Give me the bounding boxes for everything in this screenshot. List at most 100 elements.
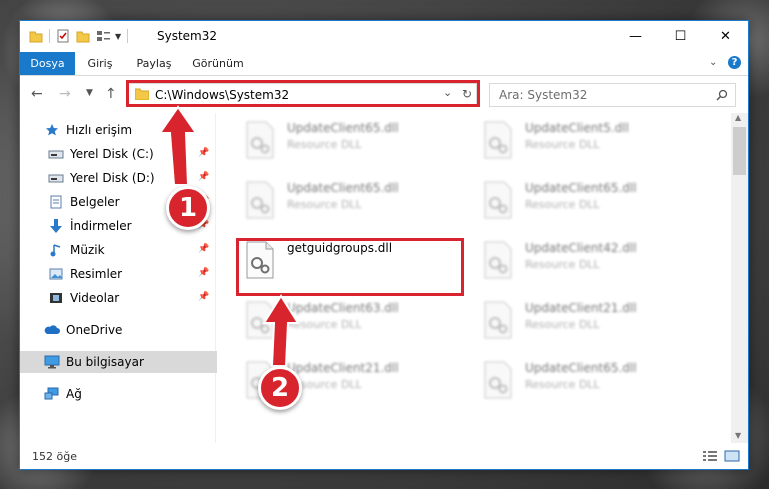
- new-folder-icon[interactable]: [76, 29, 90, 43]
- file-type: Resource DLL: [525, 198, 600, 211]
- file-highlight: [236, 238, 464, 296]
- scrollbar-thumb[interactable]: [733, 127, 746, 175]
- sidebar-item-label: OneDrive: [66, 323, 123, 337]
- quick-access-toolbar: ▼: [29, 28, 134, 44]
- dll-file-icon: [484, 121, 512, 159]
- folder-icon[interactable]: [29, 29, 43, 43]
- pin-icon[interactable]: 📌: [198, 148, 209, 158]
- minimize-button[interactable]: —: [613, 21, 658, 51]
- sidebar-item-label: Ağ: [66, 387, 82, 401]
- pictures-icon: [48, 266, 64, 282]
- file-name: UpdateClient63.dll: [287, 301, 399, 315]
- scroll-down-icon[interactable]: ▼: [735, 431, 741, 440]
- pin-icon[interactable]: 📌: [198, 292, 209, 302]
- dll-file-icon: [246, 181, 274, 219]
- dll-file-icon: [246, 121, 274, 159]
- tab-paylas[interactable]: Paylaş: [134, 52, 174, 75]
- file-item[interactable]: UpdateClient5.dll Resource DLL: [475, 117, 705, 167]
- videos-icon: [48, 290, 64, 306]
- divider: [127, 29, 129, 43]
- file-item[interactable]: UpdateClient65.dll Resource DLL: [237, 117, 467, 167]
- file-type: Resource DLL: [287, 138, 362, 151]
- details-view-icon[interactable]: [702, 450, 718, 462]
- title-bar: ▼ System32 — ☐ ✕: [20, 21, 748, 52]
- file-name: UpdateClient65.dll: [525, 181, 637, 195]
- documents-icon: [48, 194, 64, 210]
- dll-file-icon: [246, 301, 274, 339]
- sidebar-item-label: Bu bilgisayar: [66, 355, 144, 369]
- search-icon[interactable]: [716, 89, 728, 101]
- close-button[interactable]: ✕: [703, 21, 748, 51]
- step-2-callout: 2: [258, 366, 302, 410]
- sidebar-item-network[interactable]: Ağ: [20, 383, 236, 405]
- tab-dosya[interactable]: Dosya: [20, 52, 75, 75]
- sidebar-item-label: İndirmeler: [70, 219, 132, 233]
- sidebar-item-label: Resimler: [70, 267, 123, 281]
- dll-file-icon: [484, 181, 512, 219]
- sidebar-item-music[interactable]: Müzik 📌: [20, 239, 240, 261]
- up-arrow-icon[interactable]: ↑: [105, 86, 117, 102]
- network-icon: [44, 386, 60, 402]
- drive-icon: [48, 146, 64, 162]
- sidebar-item-label: Yerel Disk (D:): [70, 171, 155, 185]
- recent-locations-icon[interactable]: ▼: [86, 88, 93, 98]
- divider: [49, 29, 50, 43]
- view-options-icon[interactable]: [96, 29, 112, 43]
- computer-icon: [44, 354, 60, 370]
- file-type: Resource DLL: [287, 198, 362, 211]
- help-icon[interactable]: ?: [728, 56, 741, 69]
- tiles-view-icon[interactable]: [724, 450, 740, 462]
- sidebar-item-label: Yerel Disk (C:): [70, 147, 154, 161]
- sidebar-item-quick-access[interactable]: Hızlı erişim: [20, 119, 236, 141]
- star-icon: [44, 122, 60, 138]
- pin-icon[interactable]: 📌: [198, 244, 209, 254]
- pin-icon[interactable]: 📌: [198, 172, 209, 182]
- scroll-up-icon[interactable]: ▲: [735, 113, 741, 122]
- file-name: UpdateClient65.dll: [287, 121, 399, 135]
- dll-file-icon: [484, 241, 512, 279]
- file-name: UpdateClient65.dll: [287, 181, 399, 195]
- sidebar-item-local-disk-d[interactable]: Yerel Disk (D:) 📌: [20, 167, 240, 189]
- file-name: UpdateClient42.dll: [525, 241, 637, 255]
- download-icon: [48, 218, 64, 234]
- item-count: 152 öğe: [32, 450, 77, 463]
- sidebar-item-label: Hızlı erişim: [66, 123, 133, 137]
- file-item[interactable]: UpdateClient42.dll Resource DLL: [475, 237, 705, 287]
- file-name: UpdateClient5.dll: [525, 121, 629, 135]
- file-item[interactable]: UpdateClient65.dll Resource DLL: [237, 177, 467, 227]
- tab-giris[interactable]: Giriş: [83, 52, 117, 75]
- status-bar: 152 öğe: [20, 443, 748, 469]
- address-bar-highlight: [126, 80, 480, 107]
- music-icon: [48, 242, 64, 258]
- dll-file-icon: [484, 361, 512, 399]
- maximize-button[interactable]: ☐: [658, 21, 703, 51]
- sidebar-item-label: Videolar: [70, 291, 120, 305]
- pin-icon[interactable]: 📌: [198, 268, 209, 278]
- file-type: Resource DLL: [525, 378, 600, 391]
- sidebar-item-local-disk-c[interactable]: Yerel Disk (C:) 📌: [20, 143, 240, 165]
- file-item[interactable]: UpdateClient65.dll Resource DLL: [475, 357, 705, 407]
- window-title: System32: [157, 29, 218, 43]
- vertical-scrollbar[interactable]: ▲ ▼: [731, 113, 748, 443]
- step-1-callout: 1: [166, 186, 210, 230]
- file-item[interactable]: UpdateClient63.dll Resource DLL: [237, 297, 467, 347]
- properties-icon[interactable]: [56, 29, 70, 43]
- sidebar-item-label: Belgeler: [70, 195, 120, 209]
- sidebar-item-pictures[interactable]: Resimler 📌: [20, 263, 240, 285]
- chevron-down-icon[interactable]: ⌄: [709, 57, 717, 68]
- dll-file-icon: [484, 301, 512, 339]
- file-name: UpdateClient21.dll: [287, 361, 399, 375]
- file-type: Resource DLL: [525, 318, 600, 331]
- search-input[interactable]: Ara: System32: [499, 88, 587, 102]
- sidebar-item-label: Müzik: [70, 243, 105, 257]
- tab-gorunum[interactable]: Görünüm: [190, 52, 246, 75]
- forward-arrow-icon[interactable]: →: [59, 86, 71, 102]
- file-item[interactable]: UpdateClient65.dll Resource DLL: [475, 177, 705, 227]
- search-box[interactable]: Ara: System32: [489, 83, 736, 107]
- sidebar-item-videos[interactable]: Videolar 📌: [20, 287, 240, 309]
- sidebar-item-this-pc[interactable]: Bu bilgisayar: [20, 351, 236, 373]
- back-arrow-icon[interactable]: ←: [31, 86, 43, 102]
- customize-dropdown-icon[interactable]: ▼: [115, 32, 121, 41]
- sidebar-item-onedrive[interactable]: OneDrive: [20, 319, 236, 341]
- file-item[interactable]: UpdateClient21.dll Resource DLL: [475, 297, 705, 347]
